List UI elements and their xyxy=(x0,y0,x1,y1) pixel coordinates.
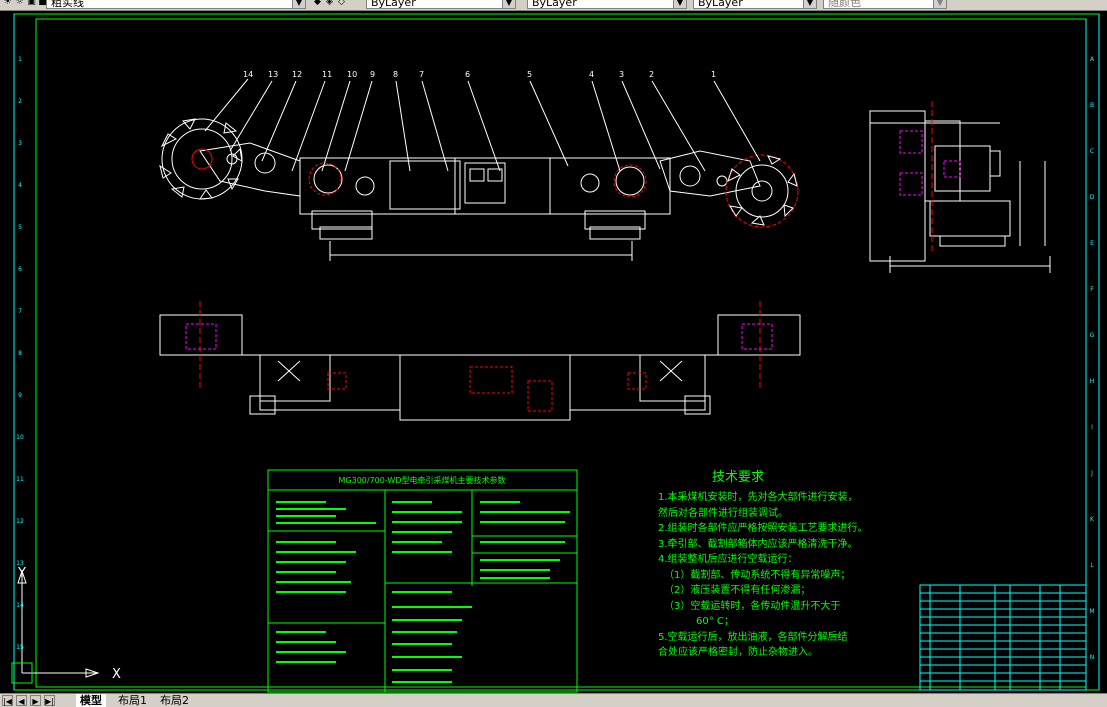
ruler-letter: E xyxy=(1090,240,1094,247)
cad-drawing: 14 13 12 11 10 9 8 7 6 5 4 3 2 1 MG300/7… xyxy=(11,13,1100,693)
ucs-icon xyxy=(11,569,100,684)
tech-line: （1）截割部、传动系统不得有异常噪声； xyxy=(664,568,850,581)
end-view xyxy=(869,110,1051,273)
tech-line: 60° C； xyxy=(696,616,734,627)
tech-requirements-title: 技术要求 xyxy=(712,470,764,485)
ruler-number: 10 xyxy=(16,434,24,441)
next-tab-icon[interactable]: ▶ xyxy=(30,695,41,706)
ruler-letter: J xyxy=(1090,470,1093,477)
make-layer-current-icon[interactable]: ◆ xyxy=(312,0,323,8)
balloon-number: 8 xyxy=(393,70,398,79)
ruler-number: 9 xyxy=(18,392,22,399)
balloon-number: 2 xyxy=(649,70,654,79)
properties-toolbar: ☀ ☼ ▣ ■ 粗实线 ▼ ◆ ◈ ◇ ByLayer ▼ ByLayer ▼ … xyxy=(0,0,1107,11)
layout-tab-bar: |◀ ◀ ▶ ▶| 模型 布局1 布局2 xyxy=(0,693,1107,707)
layer-lock-icon[interactable]: ▣ xyxy=(26,0,37,8)
tab-layout2[interactable]: 布局2 xyxy=(156,694,193,707)
parameter-table-title: MG300/700-WD型电牵引采煤机主要技术参数 xyxy=(339,475,506,485)
drawing-canvas[interactable]: 14 13 12 11 10 9 8 7 6 5 4 3 2 1 MG300/7… xyxy=(0,11,1107,693)
tech-line: 2.组装时各部件应严格按照安装工艺要求进行。 xyxy=(658,521,868,534)
layer-on-icon[interactable]: ☀ xyxy=(2,0,13,8)
balloon-number: 3 xyxy=(619,70,624,79)
ruler-letter: H xyxy=(1090,378,1095,385)
balloon-number: 7 xyxy=(419,70,424,79)
ruler-letter: M xyxy=(1089,608,1094,615)
ruler-letter: C xyxy=(1090,148,1094,155)
tech-line: 3.牵引部、截割部箱体内应该严格清洗干净。 xyxy=(658,537,858,550)
tech-line: 然后对各部件进行组装调试。 xyxy=(658,506,788,519)
chevron-down-icon: ▼ xyxy=(502,0,515,8)
ruler-number: 1 xyxy=(18,56,22,63)
left-drum xyxy=(159,118,243,200)
ruler-letter: N xyxy=(1090,654,1095,661)
balloon-number: 14 xyxy=(243,70,253,79)
technical-requirements: 技术要求 1.本采煤机安装时，先对各大部件进行安装， 然后对各部件进行组装调试。… xyxy=(658,470,868,658)
layer-previous-icon[interactable]: ◈ xyxy=(324,0,335,8)
tech-line: 合处应该严格密封，防止杂物进入。 xyxy=(658,645,818,658)
tech-line: 1.本采煤机安装时，先对各大部件进行安装， xyxy=(658,490,858,503)
chevron-down-icon: ▼ xyxy=(673,0,686,8)
ruler-letter: D xyxy=(1090,194,1095,201)
lineweight-dropdown-value: ByLayer xyxy=(698,0,743,9)
first-tab-icon[interactable]: |◀ xyxy=(2,695,13,706)
balloon-number: 6 xyxy=(465,70,470,79)
plotstyle-dropdown-value: 随颜色 xyxy=(828,0,861,9)
ucs-y-label: Y xyxy=(17,566,26,581)
ruler-letter: F xyxy=(1090,286,1094,293)
chevron-down-icon: ▼ xyxy=(933,0,946,8)
ucs-x-label: X xyxy=(112,667,121,682)
ruler-number: 7 xyxy=(18,308,22,315)
left-ruler: 1 2 3 4 5 6 7 8 9 10 11 12 13 14 15 xyxy=(16,56,24,651)
ruler-number: 3 xyxy=(18,140,22,147)
ruler-number: 5 xyxy=(18,224,22,231)
ruler-number: 2 xyxy=(18,98,22,105)
ruler-letter: G xyxy=(1090,332,1095,339)
chevron-down-icon: ▼ xyxy=(292,0,305,8)
ruler-letter: B xyxy=(1090,102,1094,109)
color-dropdown[interactable]: ByLayer ▼ xyxy=(366,0,516,9)
ruler-number: 15 xyxy=(16,644,24,651)
shearer-side-view xyxy=(199,142,761,261)
balloon-labels: 14 13 12 11 10 9 8 7 6 5 4 3 2 1 xyxy=(243,70,716,79)
balloon-number: 4 xyxy=(589,70,594,79)
linetype-dropdown[interactable]: ByLayer ▼ xyxy=(527,0,687,9)
ruler-letter: K xyxy=(1090,516,1095,523)
tech-line: （3）空载运转时，各传动件温升不大于 xyxy=(664,599,840,612)
tech-line: 5.空载运行后，放出油液，各部件分解后结 xyxy=(658,630,848,643)
last-tab-icon[interactable]: ▶| xyxy=(44,695,55,706)
ruler-letter: I xyxy=(1091,424,1093,431)
color-dropdown-value: ByLayer xyxy=(371,0,416,9)
title-block xyxy=(919,584,1087,691)
balloon-number: 5 xyxy=(527,70,532,79)
layer-dropdown-value: 粗实线 xyxy=(51,0,84,9)
ruler-number: 11 xyxy=(16,476,24,483)
balloon-number: 12 xyxy=(292,70,302,79)
prev-tab-icon[interactable]: ◀ xyxy=(16,695,27,706)
balloon-number: 11 xyxy=(322,70,332,79)
chevron-down-icon: ▼ xyxy=(803,0,816,8)
ruler-number: 12 xyxy=(16,518,24,525)
ruler-number: 6 xyxy=(18,266,22,273)
tab-model[interactable]: 模型 xyxy=(76,694,106,707)
linetype-dropdown-value: ByLayer xyxy=(532,0,577,9)
layer-dropdown[interactable]: 粗实线 ▼ xyxy=(46,0,306,9)
ruler-letter: A xyxy=(1090,56,1095,63)
tech-line: 4.组装整机后应进行空载运行： xyxy=(658,552,798,565)
lineweight-dropdown[interactable]: ByLayer ▼ xyxy=(693,0,817,9)
layer-freeze-icon[interactable]: ☼ xyxy=(14,0,25,8)
outer-frame xyxy=(13,13,1100,691)
balloon-number: 10 xyxy=(347,70,357,79)
layer-states-icon[interactable]: ◇ xyxy=(336,0,347,8)
plotstyle-dropdown[interactable]: 随颜色 ▼ xyxy=(823,0,947,9)
ruler-letter: L xyxy=(1090,562,1094,569)
tech-line: （2）液压装置不得有任何渗漏； xyxy=(664,583,810,596)
balloon-number: 1 xyxy=(711,70,716,79)
tab-layout1[interactable]: 布局1 xyxy=(114,694,151,707)
ruler-number: 4 xyxy=(18,182,22,189)
right-ruler: A B C D E F G H I J K L M N xyxy=(1089,56,1095,661)
ruler-number: 14 xyxy=(16,602,24,609)
balloon-number: 13 xyxy=(268,70,278,79)
balloon-number: 9 xyxy=(370,70,375,79)
ruler-number: 8 xyxy=(18,350,22,357)
